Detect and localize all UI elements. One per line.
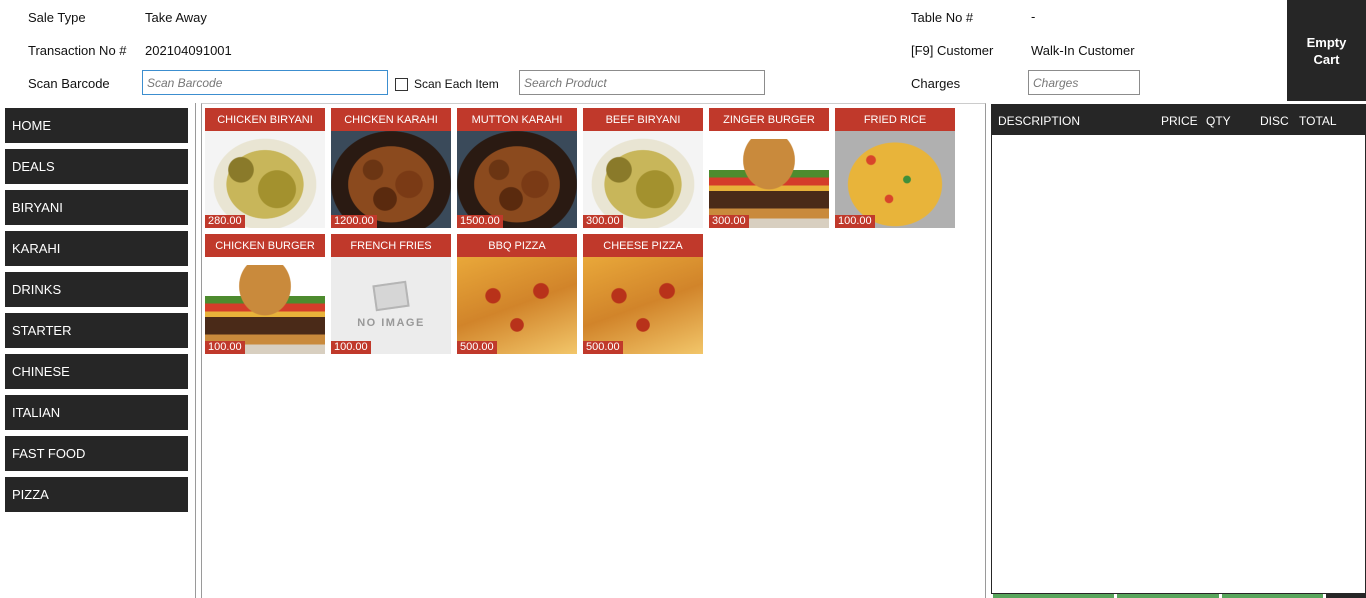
category-button-deals[interactable]: DEALS	[5, 149, 188, 184]
scan-each-item-checkbox[interactable]: Scan Each Item	[395, 77, 499, 91]
category-button-drinks[interactable]: DRINKS	[5, 272, 188, 307]
product-name: MUTTON KARAHI	[457, 108, 577, 131]
search-product-input[interactable]	[519, 70, 765, 95]
footer-button-4[interactable]	[1326, 594, 1366, 598]
category-button-chinese[interactable]: CHINESE	[5, 354, 188, 389]
product-image	[457, 257, 577, 354]
table-no-value[interactable]: -	[1031, 9, 1035, 24]
product-image	[205, 257, 325, 354]
scan-barcode-input[interactable]	[142, 70, 388, 95]
product-image	[583, 131, 703, 228]
product-price: 100.00	[835, 215, 875, 228]
footer-button-3[interactable]	[1222, 594, 1323, 598]
product-grid: CHICKEN BIRYANI 280.00 CHICKEN KARAHI 1200.…	[201, 103, 986, 598]
category-button-italian[interactable]: ITALIAN	[5, 395, 188, 430]
table-no-label: Table No #	[911, 10, 974, 25]
sale-type-value[interactable]: Take Away	[145, 10, 207, 25]
footer-button-2[interactable]	[1117, 594, 1219, 598]
category-button-fast-food[interactable]: FAST FOOD	[5, 436, 188, 471]
product-name: CHICKEN BIRYANI	[205, 108, 325, 131]
product-image	[709, 131, 829, 228]
product-image: NO IMAGE	[331, 257, 451, 354]
product-price: 500.00	[583, 341, 623, 354]
category-button-biryani[interactable]: BIRYANI	[5, 190, 188, 225]
product-name: CHICKEN BURGER	[205, 234, 325, 257]
cart-col-qty: QTY	[1206, 114, 1231, 128]
product-name: FRIED RICE	[835, 108, 955, 131]
product-tile[interactable]: CHICKEN BIRYANI 280.00	[205, 108, 325, 228]
cart-col-total: TOTAL	[1299, 114, 1337, 128]
cart-col-price: PRICE	[1161, 114, 1198, 128]
product-price: 500.00	[457, 341, 497, 354]
product-price: 300.00	[709, 215, 749, 228]
customer-label: [F9] Customer	[911, 43, 994, 58]
scan-each-item-label: Scan Each Item	[414, 77, 499, 91]
product-name: FRENCH FRIES	[331, 234, 451, 257]
product-tile[interactable]: CHEESE PIZZA 500.00	[583, 234, 703, 354]
product-image	[331, 131, 451, 228]
product-tile[interactable]: ZINGER BURGER 300.00	[709, 108, 829, 228]
no-image-text: NO IMAGE	[357, 316, 425, 329]
product-price: 1200.00	[331, 215, 377, 228]
product-tile[interactable]: BBQ PIZZA 500.00	[457, 234, 577, 354]
product-tile[interactable]: MUTTON KARAHI 1500.00	[457, 108, 577, 228]
checkbox-box[interactable]	[395, 77, 408, 91]
product-image	[583, 257, 703, 354]
product-tile[interactable]: NO IMAGE FRENCH FRIES 100.00	[331, 234, 451, 354]
product-image	[457, 131, 577, 228]
product-tile[interactable]: BEEF BIRYANI 300.00	[583, 108, 703, 228]
scan-barcode-label: Scan Barcode	[28, 76, 110, 91]
product-name: BEEF BIRYANI	[583, 108, 703, 131]
transaction-value: 202104091001	[145, 43, 232, 58]
charges-input[interactable]	[1028, 70, 1140, 95]
product-price: 100.00	[331, 341, 371, 354]
charges-label: Charges	[911, 76, 961, 91]
category-button-home[interactable]: HOME	[5, 108, 188, 143]
product-price: 100.00	[205, 341, 245, 354]
product-tile[interactable]: CHICKEN KARAHI 1200.00	[331, 108, 451, 228]
product-price: 280.00	[205, 215, 245, 228]
product-image	[205, 131, 325, 228]
cart-col-disc: DISC	[1260, 114, 1289, 128]
product-name: CHICKEN KARAHI	[331, 108, 451, 131]
transaction-label: Transaction No #	[28, 43, 127, 58]
product-price: 1500.00	[457, 215, 503, 228]
customer-value[interactable]: Walk-In Customer	[1031, 43, 1135, 58]
empty-cart-button[interactable]: Empty Cart	[1287, 0, 1366, 101]
sale-type-label: Sale Type	[28, 10, 86, 25]
product-image	[835, 131, 955, 228]
product-name: CHEESE PIZZA	[583, 234, 703, 257]
product-tile[interactable]: FRIED RICE 100.00	[835, 108, 955, 228]
cart-col-description: DESCRIPTION	[998, 114, 1081, 128]
category-button-karahi[interactable]: KARAHI	[5, 231, 188, 266]
product-tile[interactable]: CHICKEN BURGER 100.00	[205, 234, 325, 354]
cart-panel: DESCRIPTION PRICE QTY DISC TOTAL	[991, 104, 1366, 594]
footer-button-1[interactable]	[993, 594, 1114, 598]
category-button-starter[interactable]: STARTER	[5, 313, 188, 348]
category-panel: HOME DEALS BIRYANI KARAHI DRINKS STARTER CHINE…	[0, 103, 196, 598]
image-placeholder-icon	[372, 280, 410, 311]
product-name: ZINGER BURGER	[709, 108, 829, 131]
product-name: BBQ PIZZA	[457, 234, 577, 257]
cart-header: DESCRIPTION PRICE QTY DISC TOTAL	[992, 104, 1366, 135]
category-button-pizza[interactable]: PIZZA	[5, 477, 188, 512]
product-price: 300.00	[583, 215, 623, 228]
